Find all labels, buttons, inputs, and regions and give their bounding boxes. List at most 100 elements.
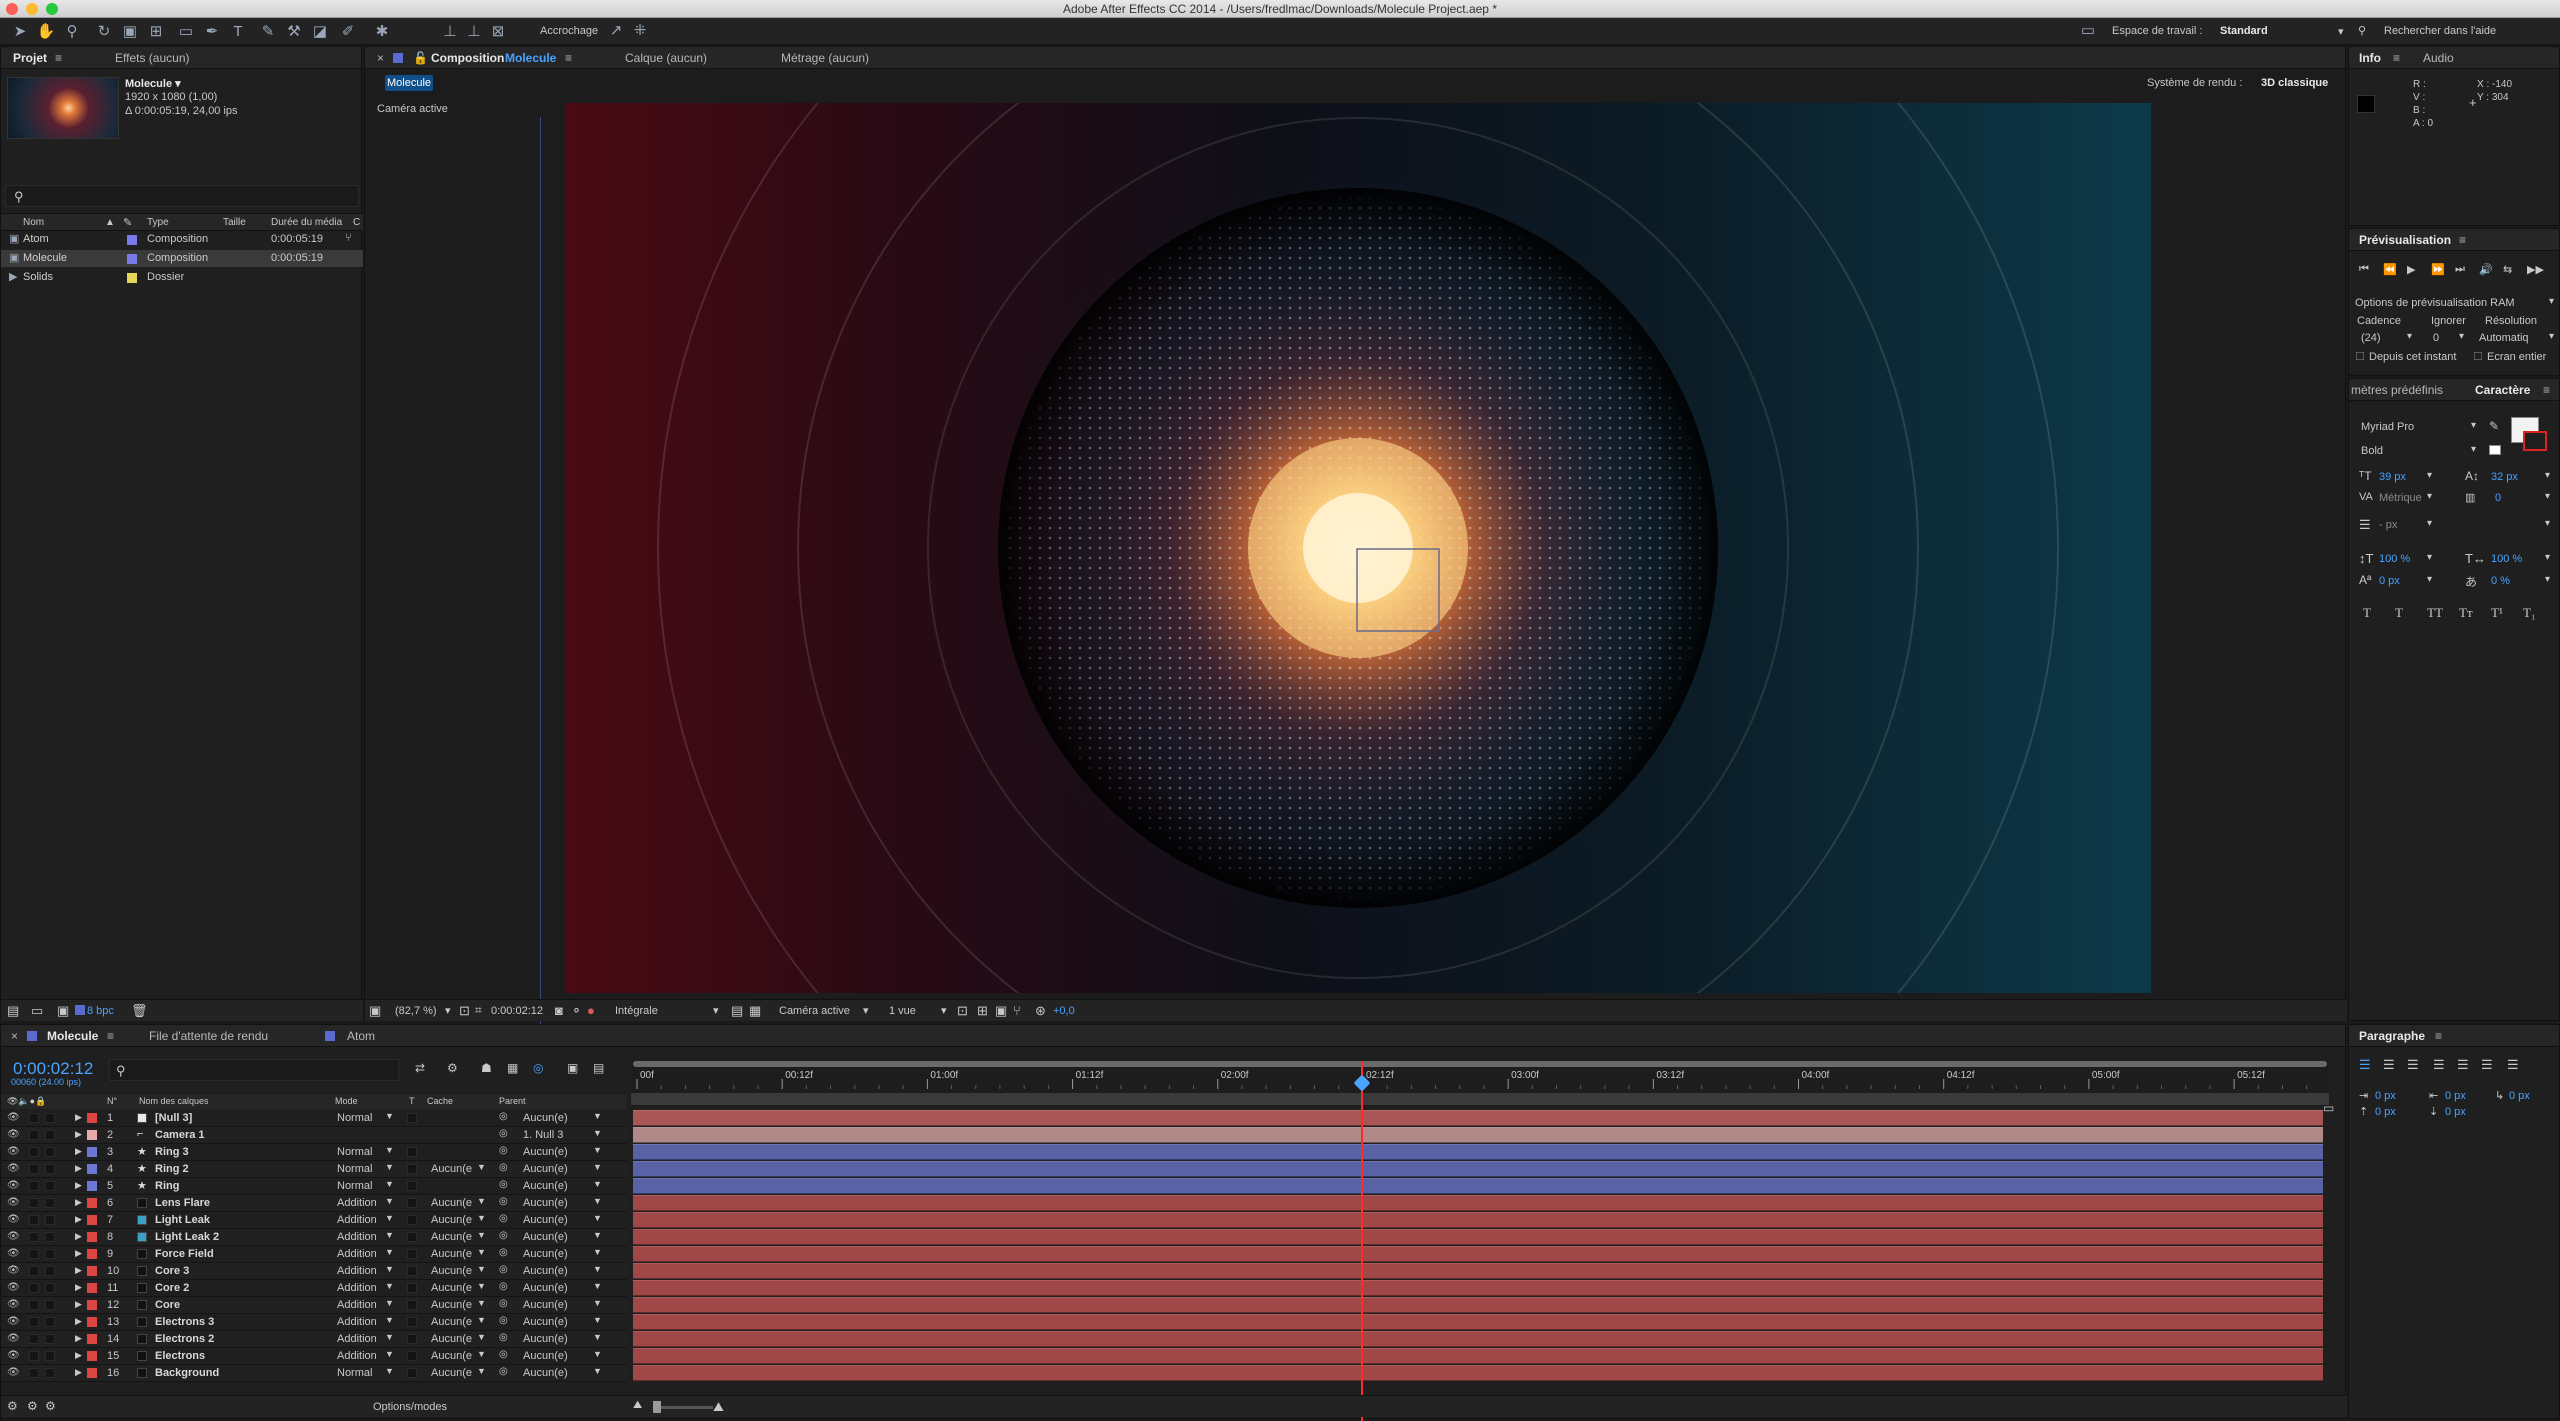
brainstorm-icon[interactable]: ▤ — [593, 1061, 604, 1075]
layer-label-color[interactable] — [87, 1368, 97, 1378]
layer-trackmatte-dropdown-icon[interactable]: ▼ — [477, 1281, 486, 1291]
solo-switch[interactable] — [29, 1249, 39, 1259]
layer-parent-select[interactable]: Aucun(e) — [523, 1316, 568, 1328]
layer-mode-dropdown-icon[interactable]: ▼ — [385, 1332, 394, 1342]
magnification-select[interactable]: (82,7 %) — [395, 1005, 437, 1017]
preserve-transparency-switch[interactable] — [407, 1232, 417, 1242]
resolution-preview-dropdown-icon[interactable]: ▾ — [2549, 331, 2554, 342]
layer-parent-dropdown-icon[interactable]: ▼ — [593, 1128, 602, 1138]
layer-trackmatte-dropdown-icon[interactable]: ▼ — [477, 1366, 486, 1376]
solo-switch[interactable] — [29, 1113, 39, 1123]
indent-first-value[interactable]: 0 px — [2509, 1090, 2530, 1102]
layer-parent-dropdown-icon[interactable]: ▼ — [593, 1179, 602, 1189]
solo-switch[interactable] — [29, 1266, 39, 1276]
parent-pickwhip-icon[interactable]: ◎ — [499, 1128, 508, 1139]
timeline-icon[interactable]: ▣ — [995, 1003, 1007, 1019]
shy-layers-icon[interactable]: ☗ — [481, 1061, 492, 1075]
layer-label-color[interactable] — [87, 1130, 97, 1140]
text-style-button[interactable]: Tт — [2459, 605, 2473, 621]
layer-parent-select[interactable]: Aucun(e) — [523, 1163, 568, 1175]
col-duration[interactable]: Durée du média — [271, 217, 342, 228]
full-screen-checkbox[interactable]: ☐ — [2473, 350, 2483, 363]
layer-mode-dropdown-icon[interactable]: ▼ — [385, 1281, 394, 1291]
layer-parent-dropdown-icon[interactable]: ▼ — [593, 1162, 602, 1172]
font-size-value[interactable]: 39 px — [2379, 471, 2406, 483]
folder-expand-icon[interactable]: ▶ — [9, 270, 17, 283]
layer-mode-select[interactable]: Normal — [337, 1163, 372, 1175]
col-name[interactable]: Nom — [23, 217, 44, 228]
layer-name[interactable]: Force Field — [155, 1248, 214, 1260]
help-search-input[interactable]: Rechercher dans l'aide — [2384, 25, 2496, 37]
visibility-eye-icon[interactable]: 👁 — [7, 1214, 20, 1225]
parent-pickwhip-icon[interactable]: ◎ — [499, 1247, 508, 1258]
lock-switch[interactable] — [45, 1130, 55, 1140]
layer-row[interactable]: 👁 ▶ 16 Background Normal ▼ Aucun(e ▼ ◎ Aucun(e) ▼ — [1, 1365, 627, 1382]
layer-mode-select[interactable]: Normal — [337, 1112, 372, 1124]
layer-trackmatte-dropdown-icon[interactable]: ▼ — [477, 1298, 486, 1308]
layer-label-color[interactable] — [87, 1351, 97, 1361]
layer-mode-select[interactable]: Addition — [337, 1248, 377, 1260]
horizontal-scale-dropdown-icon[interactable]: ▾ — [2545, 552, 2550, 563]
selected-item-name[interactable]: Molecule ▾ — [125, 77, 181, 90]
leading-value[interactable]: 32 px — [2491, 471, 2518, 483]
layer-duration-bar[interactable] — [633, 1314, 2323, 1330]
preserve-transparency-switch[interactable] — [407, 1181, 417, 1191]
resolution-select[interactable]: Intégrale — [615, 1005, 658, 1017]
pixel-aspect-icon[interactable]: ⊡ — [957, 1003, 968, 1019]
layer-name[interactable]: Electrons — [155, 1350, 205, 1362]
playhead[interactable] — [1360, 1061, 1363, 1421]
layer-expand-icon[interactable]: ▶ — [75, 1316, 82, 1327]
layer-trackmatte-dropdown-icon[interactable]: ▼ — [477, 1196, 486, 1206]
kerning-value[interactable]: Métrique — [2379, 492, 2422, 504]
align-left-icon[interactable]: ☰ — [2359, 1057, 2371, 1073]
lock-switch[interactable] — [45, 1300, 55, 1310]
label-tag-icon[interactable]: ✎ — [123, 216, 132, 229]
label-color-swatch[interactable] — [127, 273, 137, 283]
layer-duration-bar[interactable] — [633, 1127, 2323, 1143]
lock-switch[interactable] — [45, 1215, 55, 1225]
layer-trackmatte-select[interactable]: Aucun(e — [431, 1299, 472, 1311]
snapping-icon[interactable]: ↗ — [606, 21, 626, 41]
close-tab-icon[interactable]: × — [377, 51, 384, 65]
transparency-grid-icon[interactable]: ▦ — [749, 1003, 761, 1019]
comp-breadcrumb-button[interactable]: Molecule — [385, 75, 433, 91]
lock-switch[interactable] — [45, 1283, 55, 1293]
layer-name[interactable]: Electrons 3 — [155, 1316, 214, 1328]
fast-previews-icon[interactable]: ⊞ — [977, 1003, 988, 1019]
layer-trackmatte-select[interactable]: Aucun(e — [431, 1367, 472, 1379]
preserve-transparency-switch[interactable] — [407, 1147, 417, 1157]
layer-row[interactable]: 👁 ▶ 1 [Null 3] Normal ▼ ◎ Aucun(e) ▼ — [1, 1110, 627, 1127]
info-menu-icon[interactable]: ≡ — [2393, 51, 2400, 65]
layer-trackmatte-select[interactable]: Aucun(e — [431, 1316, 472, 1328]
visibility-eye-icon[interactable]: 👁 — [7, 1248, 20, 1259]
resolution-dropdown-icon[interactable]: ▾ — [713, 1004, 719, 1017]
solo-switch[interactable] — [29, 1317, 39, 1327]
font-size-dropdown-icon[interactable]: ▾ — [2427, 470, 2432, 481]
tracking-value[interactable]: 0 — [2495, 492, 2501, 504]
layer-mode-dropdown-icon[interactable]: ▼ — [385, 1213, 394, 1223]
layer-expand-icon[interactable]: ▶ — [75, 1299, 82, 1310]
layer-parent-select[interactable]: Aucun(e) — [523, 1214, 568, 1226]
eyedropper-icon[interactable]: ✎ — [2489, 419, 2499, 433]
project-item[interactable]: ▣ Atom Composition 0:00:05:19 ⑂ — [1, 231, 363, 248]
comp-mini-flowchart-icon[interactable]: ⇄ — [415, 1061, 425, 1075]
zoom-slider-knob[interactable] — [653, 1401, 661, 1413]
preserve-transparency-switch[interactable] — [407, 1113, 417, 1123]
ignore-select[interactable]: 0 — [2433, 332, 2439, 344]
layer-mode-select[interactable]: Addition — [337, 1316, 377, 1328]
layer-duration-bar[interactable] — [633, 1229, 2323, 1245]
preserve-transparency-switch[interactable] — [407, 1334, 417, 1344]
lock-switch[interactable] — [45, 1181, 55, 1191]
puppet-pin-tool-icon[interactable]: ✱ — [372, 22, 392, 42]
layer-duration-bar[interactable] — [633, 1297, 2323, 1313]
clone-stamp-tool-icon[interactable]: ⚒ — [284, 22, 304, 42]
layer-parent-dropdown-icon[interactable]: ▼ — [593, 1247, 602, 1257]
tab-project[interactable]: Projet — [13, 51, 47, 65]
visibility-eye-icon[interactable]: 👁 — [7, 1231, 20, 1242]
snapping-label[interactable]: Accrochage — [540, 25, 598, 37]
layer-duration-bar[interactable] — [633, 1161, 2323, 1177]
visibility-eye-icon[interactable]: 👁 — [7, 1112, 20, 1123]
layer-row[interactable]: 👁 ▶ 15 Electrons Addition ▼ Aucun(e ▼ ◎ Aucun(e) ▼ — [1, 1348, 627, 1365]
layer-label-color[interactable] — [87, 1334, 97, 1344]
renderer-value[interactable]: 3D classique — [2261, 77, 2328, 89]
